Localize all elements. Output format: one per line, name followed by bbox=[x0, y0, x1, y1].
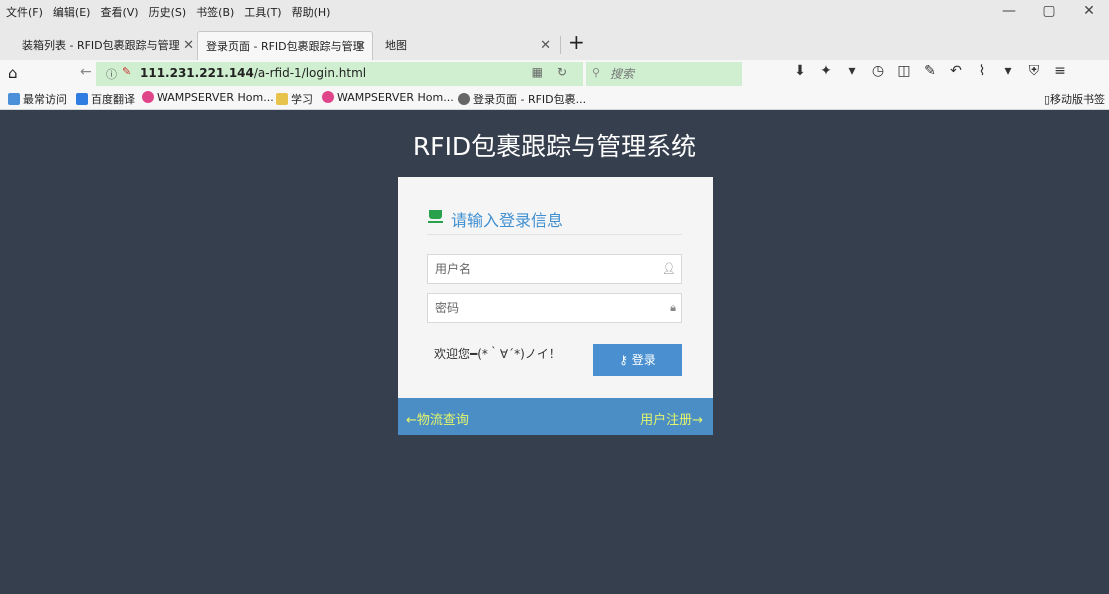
window-controls: — ▢ ✕ bbox=[989, 3, 1109, 19]
menu-view[interactable]: 查看(V) bbox=[100, 4, 138, 20]
minimize-icon[interactable]: — bbox=[989, 3, 1029, 19]
page-content: RFID包裹跟踪与管理系统 请输入登录信息 👤︎ 🔒︎ 欢迎您━(*｀∀´*)ノ… bbox=[0, 110, 1109, 594]
welcome-text: 欢迎您━(*｀∀´*)ノイ！ bbox=[434, 347, 561, 361]
insecure-lock-icon: ✎ bbox=[122, 65, 132, 78]
sidebar-icon[interactable]: ◫ bbox=[894, 63, 914, 79]
bookmark-icon bbox=[8, 93, 20, 105]
bookmark-icon bbox=[322, 91, 334, 103]
undo-icon[interactable]: ↶ bbox=[946, 63, 966, 79]
download-icon[interactable]: ⬇ bbox=[790, 63, 810, 79]
navigation-bar: ⌂ ← ⓘ ✎ 111.231.221.144/a-rfid-1/login.h… bbox=[0, 60, 1109, 88]
username-field[interactable]: 👤︎ bbox=[427, 254, 682, 284]
search-box[interactable]: ⚲ bbox=[586, 62, 742, 86]
login-heading: 请输入登录信息 bbox=[427, 207, 682, 235]
menu-bar: 文件(F) 编辑(E) 查看(V) 历史(S) 书签(B) 工具(T) 帮助(H… bbox=[0, 0, 1109, 28]
bookmark-baidu-translate[interactable]: 百度翻译 bbox=[76, 91, 135, 107]
login-panel: 请输入登录信息 👤︎ 🔒︎ 欢迎您━(*｀∀´*)ノイ！ ⚷ 登录 bbox=[398, 177, 713, 398]
tab-packing-list[interactable]: 装箱列表 - RFID包裹跟踪与管理 ✕ bbox=[14, 31, 200, 60]
key-icon: ⚷ bbox=[619, 353, 628, 367]
restore-icon[interactable]: ▢ bbox=[1029, 3, 1069, 19]
lock-icon: 🔒︎ bbox=[670, 301, 676, 314]
wrench-icon[interactable]: ✎ bbox=[920, 63, 940, 79]
close-tab-icon[interactable]: ✕ bbox=[355, 32, 366, 60]
shield-icon[interactable]: ⛨ bbox=[1024, 63, 1044, 79]
bookmark-wampserver-1[interactable]: WAMPSERVER Hom... bbox=[142, 91, 274, 104]
tab-bar: 装箱列表 - RFID包裹跟踪与管理 ✕ 登录页面 - RFID包裹跟踪与管理 … bbox=[0, 28, 1109, 60]
url-path: /a-rfid-1/login.html bbox=[253, 66, 367, 80]
bookmark-icon bbox=[458, 93, 470, 105]
close-tab-icon[interactable]: ✕ bbox=[183, 31, 194, 60]
login-footer: ←物流查询 用户注册→ bbox=[398, 398, 713, 435]
password-field[interactable]: 🔒︎ bbox=[427, 293, 682, 323]
menu-tools[interactable]: 工具(T) bbox=[244, 4, 281, 20]
new-tab-icon[interactable]: + bbox=[568, 30, 585, 54]
back-arrow-icon[interactable]: ← bbox=[80, 64, 92, 80]
reload-icon[interactable]: ↻ bbox=[557, 65, 567, 79]
logistics-query-link[interactable]: ←物流查询 bbox=[406, 409, 469, 428]
mobile-bookmarks-label: 移动版书签 bbox=[1050, 93, 1105, 106]
menu-list: 文件(F) 编辑(E) 查看(V) 历史(S) 书签(B) 工具(T) 帮助(H… bbox=[6, 4, 330, 20]
register-link[interactable]: 用户注册→ bbox=[640, 409, 703, 428]
tab-label: 登录页面 - RFID包裹跟踪与管理 bbox=[206, 40, 364, 53]
arrow-right-icon: → bbox=[692, 413, 703, 428]
bookmark-icon bbox=[76, 93, 88, 105]
bookmark-label: WAMPSERVER Hom... bbox=[157, 91, 274, 104]
bookmark-wampserver-2[interactable]: WAMPSERVER Hom... bbox=[322, 91, 454, 104]
tab-label: 地图 bbox=[385, 39, 407, 52]
bookmark-study[interactable]: 学习 bbox=[276, 91, 313, 107]
bookmark-most-visited[interactable]: 最常访问 bbox=[8, 91, 67, 107]
bookmark-label: 百度翻译 bbox=[91, 93, 135, 106]
broom-icon[interactable]: ⌇ bbox=[972, 63, 992, 79]
login-button-label: 登录 bbox=[631, 353, 656, 367]
bookmark-login-page[interactable]: 登录页面 - RFID包裹... bbox=[458, 91, 586, 107]
url-text[interactable]: 111.231.221.144/a-rfid-1/login.html bbox=[140, 66, 366, 80]
tab-map[interactable]: 地图 ✕ bbox=[377, 31, 557, 60]
bookmark-icon bbox=[142, 91, 154, 103]
coffee-cup-icon bbox=[428, 210, 443, 223]
folder-icon bbox=[276, 93, 288, 105]
menu-bookmarks[interactable]: 书签(B) bbox=[196, 4, 234, 20]
tab-login-page[interactable]: 登录页面 - RFID包裹跟踪与管理 ✕ bbox=[197, 31, 373, 60]
password-input[interactable] bbox=[433, 300, 657, 316]
dropdown-icon[interactable]: ▾ bbox=[998, 63, 1018, 79]
extension-icon[interactable]: ✦ bbox=[816, 63, 836, 79]
tab-label: 装箱列表 - RFID包裹跟踪与管理 bbox=[22, 39, 180, 52]
user-icon: 👤︎ bbox=[662, 262, 676, 275]
menu-icon[interactable]: ≡ bbox=[1050, 63, 1070, 79]
menu-help[interactable]: 帮助(H) bbox=[292, 4, 331, 20]
arrow-left-icon: ← bbox=[406, 413, 417, 428]
login-button[interactable]: ⚷ 登录 bbox=[593, 344, 682, 376]
qr-code-icon[interactable]: ▦ bbox=[532, 65, 543, 79]
toolbar-icons: ⬇ ✦ ▾ ◷ ◫ ✎ ↶ ⌇ ▾ ⛨ ≡ bbox=[790, 63, 1070, 79]
mobile-bookmarks[interactable]: ▯移动版书签 bbox=[1044, 91, 1105, 107]
dropdown-icon[interactable]: ▾ bbox=[842, 63, 862, 79]
info-icon[interactable]: ⓘ bbox=[106, 66, 117, 82]
url-host: 111.231.221.144 bbox=[140, 66, 254, 80]
username-input[interactable] bbox=[433, 261, 657, 277]
home-icon[interactable]: ⌂ bbox=[8, 64, 18, 82]
bookmark-label: WAMPSERVER Hom... bbox=[337, 91, 454, 104]
search-icon: ⚲ bbox=[592, 66, 601, 79]
address-bar[interactable]: ⓘ ✎ 111.231.221.144/a-rfid-1/login.html … bbox=[96, 62, 583, 86]
bookmarks-bar: 最常访问 百度翻译 WAMPSERVER Hom... 学习 WAMPSERVE… bbox=[0, 88, 1109, 110]
bookmark-label: 最常访问 bbox=[23, 93, 67, 106]
logistics-query-label: 物流查询 bbox=[416, 413, 469, 428]
login-heading-text: 请输入登录信息 bbox=[451, 211, 564, 230]
page-title: RFID包裹跟踪与管理系统 bbox=[412, 132, 697, 161]
close-window-icon[interactable]: ✕ bbox=[1069, 3, 1109, 19]
menu-history[interactable]: 历史(S) bbox=[149, 4, 187, 20]
menu-file[interactable]: 文件(F) bbox=[6, 4, 43, 20]
history-icon[interactable]: ◷ bbox=[868, 63, 888, 79]
search-input[interactable] bbox=[608, 66, 732, 82]
bookmark-label: 学习 bbox=[291, 93, 313, 106]
menu-edit[interactable]: 编辑(E) bbox=[53, 4, 91, 20]
close-tab-icon[interactable]: ✕ bbox=[540, 31, 551, 60]
bookmark-label: 登录页面 - RFID包裹... bbox=[473, 93, 587, 106]
tab-divider bbox=[560, 36, 561, 54]
register-label: 用户注册 bbox=[640, 413, 693, 428]
